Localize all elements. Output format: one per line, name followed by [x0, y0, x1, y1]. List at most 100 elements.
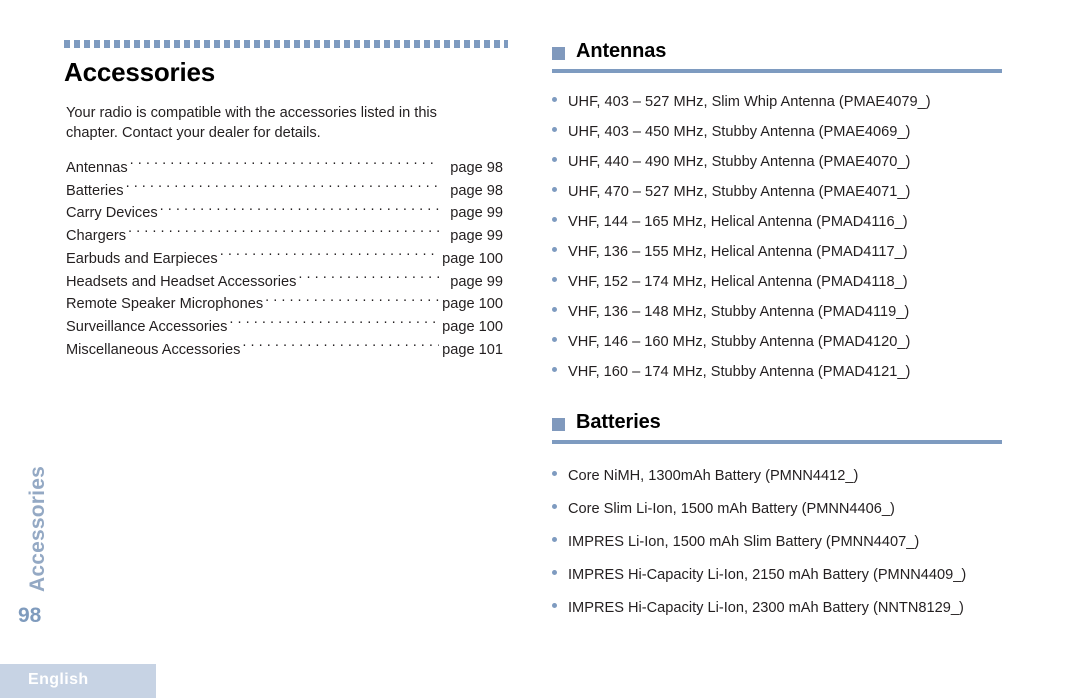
right-column: Antennas UHF, 403 – 527 MHz, Slim Whip A… — [552, 40, 1004, 617]
list-item-label: IMPRES Hi-Capacity Li-Ion, 2300 mAh Batt… — [568, 600, 964, 616]
page-title: Accessories — [64, 57, 216, 87]
list-item: Core NiMH, 1300mAh Battery (PMNN4412_) — [552, 452, 1004, 485]
toc-entry[interactable]: Chargers page 99 — [66, 225, 503, 248]
bullet-dot-icon — [552, 157, 557, 162]
toc-dot-leader — [229, 317, 439, 331]
toc-entry-page: page 100 — [442, 250, 503, 267]
toc-entry-label: Carry Devices — [66, 205, 158, 222]
list-item: VHF, 136 – 155 MHz, Helical Antenna (PMA… — [552, 231, 1004, 261]
list-item-label: Core NiMH, 1300mAh Battery (PMNN4412_) — [568, 468, 859, 484]
bullet-dot-icon — [552, 603, 557, 608]
square-marker-icon — [552, 46, 565, 60]
toc-entry[interactable]: Earbuds and Earpieces page 100 — [66, 248, 503, 271]
list-item-label: UHF, 440 – 490 MHz, Stubby Antenna (PMAE… — [568, 154, 911, 170]
toc-dot-leader — [242, 340, 439, 354]
decorative-dashed-rule — [64, 40, 508, 48]
list-item: UHF, 403 – 527 MHz, Slim Whip Antenna (P… — [552, 81, 1004, 111]
bullet-dot-icon — [552, 187, 557, 192]
chapter-side-label: Accessories — [26, 466, 49, 592]
toc-entry-page: page 100 — [442, 296, 503, 313]
toc-entry[interactable]: Remote Speaker Microphones page 100 — [66, 293, 503, 316]
toc-entry-label: Remote Speaker Microphones — [66, 296, 264, 313]
section-antennas: Antennas UHF, 403 – 527 MHz, Slim Whip A… — [552, 40, 1004, 381]
bullet-dot-icon — [552, 127, 557, 132]
list-item-label: UHF, 470 – 527 MHz, Stubby Antenna (PMAE… — [568, 184, 911, 200]
toc-entry-label: Headsets and Headset Accessories — [66, 273, 297, 290]
toc-dot-leader — [220, 249, 439, 263]
toc-entry-label: Chargers — [66, 228, 127, 245]
square-marker-icon — [552, 417, 565, 431]
toc-dot-leader — [130, 158, 439, 172]
toc-dot-leader — [298, 272, 439, 286]
toc-entry[interactable]: Antennas page 98 — [66, 157, 503, 180]
toc-entry[interactable]: Carry Devices page 99 — [66, 202, 503, 225]
bullet-dot-icon — [552, 367, 557, 372]
list-item: Core Slim Li-Ion, 1500 mAh Battery (PMNN… — [552, 485, 1004, 518]
batteries-list: Core NiMH, 1300mAh Battery (PMNN4412_) C… — [552, 452, 1004, 617]
list-item: VHF, 144 – 165 MHz, Helical Antenna (PMA… — [552, 201, 1004, 231]
bullet-dot-icon — [552, 570, 557, 575]
bullet-dot-icon — [552, 277, 557, 282]
toc-entry[interactable]: Headsets and Headset Accessories page 99 — [66, 271, 503, 294]
toc-dot-leader — [128, 226, 439, 240]
language-bar: English — [0, 664, 156, 698]
list-item-label: VHF, 136 – 148 MHz, Stubby Antenna (PMAD… — [568, 304, 910, 320]
intro-paragraph: Your radio is compatible with the access… — [66, 105, 437, 141]
section-divider — [552, 440, 1002, 444]
list-item-label: IMPRES Hi-Capacity Li-Ion, 2150 mAh Batt… — [568, 567, 967, 583]
toc-entry-label: Batteries — [66, 182, 124, 199]
section-header-batteries: Batteries — [552, 411, 1004, 434]
bullet-dot-icon — [552, 504, 557, 509]
toc-entry[interactable]: Surveillance Accessories page 100 — [66, 316, 503, 339]
list-item-label: UHF, 403 – 450 MHz, Stubby Antenna (PMAE… — [568, 124, 911, 140]
toc-entry-label: Surveillance Accessories — [66, 318, 228, 335]
list-item-label: IMPRES Li-Ion, 1500 mAh Slim Battery (PM… — [568, 534, 920, 550]
bullet-dot-icon — [552, 471, 557, 476]
list-item-label: Core Slim Li-Ion, 1500 mAh Battery (PMNN… — [568, 501, 895, 517]
section-title: Batteries — [576, 411, 661, 433]
page-number: 98 — [18, 604, 42, 627]
toc-dot-leader — [265, 294, 439, 308]
list-item: UHF, 440 – 490 MHz, Stubby Antenna (PMAE… — [552, 141, 1004, 171]
toc-entry-page: page 99 — [450, 228, 503, 245]
toc-entry-page: page 98 — [450, 182, 503, 199]
list-item: VHF, 160 – 174 MHz, Stubby Antenna (PMAD… — [552, 351, 1004, 381]
bullet-dot-icon — [552, 537, 557, 542]
toc-entry-page: page 98 — [450, 160, 503, 176]
list-item-label: UHF, 403 – 527 MHz, Slim Whip Antenna (P… — [568, 94, 931, 110]
list-item: IMPRES Hi-Capacity Li-Ion, 2300 mAh Batt… — [552, 584, 1004, 617]
toc-entry-label: Antennas — [66, 160, 128, 176]
toc-entry-page: page 101 — [442, 341, 503, 358]
list-item: IMPRES Li-Ion, 1500 mAh Slim Battery (PM… — [552, 518, 1004, 551]
table-of-contents: Antennas page 98 Batteries page 98 Carry… — [66, 157, 503, 361]
bullet-dot-icon — [552, 247, 557, 252]
list-item-label: VHF, 146 – 160 MHz, Stubby Antenna (PMAD… — [568, 334, 911, 350]
list-item: VHF, 146 – 160 MHz, Stubby Antenna (PMAD… — [552, 321, 1004, 351]
section-batteries: Batteries Core NiMH, 1300mAh Battery (PM… — [552, 411, 1004, 617]
antennas-list: UHF, 403 – 527 MHz, Slim Whip Antenna (P… — [552, 81, 1004, 381]
bullet-dot-icon — [552, 307, 557, 312]
section-title: Antennas — [576, 40, 667, 62]
toc-entry[interactable]: Miscellaneous Accessories page 101 — [66, 339, 503, 362]
bullet-dot-icon — [552, 217, 557, 222]
list-item-label: VHF, 144 – 165 MHz, Helical Antenna (PMA… — [568, 214, 908, 230]
toc-entry-label: Earbuds and Earpieces — [66, 250, 218, 267]
list-item: IMPRES Hi-Capacity Li-Ion, 2150 mAh Batt… — [552, 551, 1004, 584]
list-item: UHF, 470 – 527 MHz, Stubby Antenna (PMAE… — [552, 171, 1004, 201]
list-item: VHF, 152 – 174 MHz, Helical Antenna (PMA… — [552, 261, 1004, 291]
toc-entry-page: page 99 — [450, 205, 503, 222]
list-item: VHF, 136 – 148 MHz, Stubby Antenna (PMAD… — [552, 291, 1004, 321]
list-item-label: VHF, 160 – 174 MHz, Stubby Antenna (PMAD… — [568, 364, 911, 380]
toc-dot-leader — [160, 203, 439, 217]
toc-entry-page: page 99 — [450, 273, 503, 290]
toc-entry[interactable]: Batteries page 98 — [66, 180, 503, 203]
list-item-label: VHF, 136 – 155 MHz, Helical Antenna (PMA… — [568, 244, 908, 260]
list-item-label: VHF, 152 – 174 MHz, Helical Antenna (PMA… — [568, 274, 908, 290]
bullet-dot-icon — [552, 97, 557, 102]
language-label: English — [28, 671, 89, 688]
bullet-dot-icon — [552, 337, 557, 342]
toc-entry-label: Miscellaneous Accessories — [66, 341, 241, 358]
toc-entry-page: page 100 — [442, 318, 503, 335]
list-item: UHF, 403 – 450 MHz, Stubby Antenna (PMAE… — [552, 111, 1004, 141]
chapter-side-tab: Accessories 98 English — [0, 0, 156, 698]
